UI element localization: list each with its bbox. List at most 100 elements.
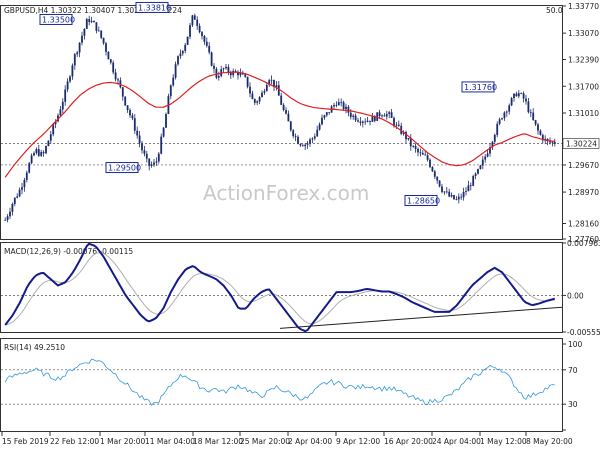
chart-canvas: GBPUSD,H4 1.30322 1.30407 1.30216 1.3022… xyxy=(0,1,600,446)
candle-body xyxy=(304,144,307,147)
candle-body xyxy=(486,153,489,157)
candle-body xyxy=(201,32,203,37)
rsi-header: RSI(14) 49.2510 xyxy=(4,343,65,352)
candle-body xyxy=(421,152,424,155)
time-tick-label: 15 Feb 2019 xyxy=(2,437,49,446)
candle-body xyxy=(186,36,189,45)
candle-body xyxy=(414,146,417,149)
time-tick-label: 18 Mar 12:00 xyxy=(193,437,243,446)
candle-body xyxy=(292,130,295,137)
candle-body xyxy=(191,15,194,26)
candle-body xyxy=(349,112,352,117)
candle-body xyxy=(205,41,208,46)
candle-body xyxy=(109,59,112,63)
candle-body xyxy=(479,165,482,170)
annotation-label: 1.28650 xyxy=(407,196,440,205)
candle-body xyxy=(301,145,304,147)
candle-body xyxy=(93,20,95,23)
rsi-panel: 100 70 30 xyxy=(1,340,583,431)
candle-body xyxy=(253,99,256,103)
candle-body xyxy=(177,56,179,65)
candle-body xyxy=(172,77,175,86)
rsi-tick-label: 70 xyxy=(568,366,578,375)
price-panel: 1.33770 1.33070 1.32390 1.31700 1.31010 1.302… xyxy=(1,1,600,244)
candle-body xyxy=(551,142,554,143)
candle-body xyxy=(393,117,395,126)
candle-body xyxy=(385,114,388,117)
candle-body xyxy=(52,124,55,135)
candle-body xyxy=(193,15,196,20)
candle-body xyxy=(66,81,69,90)
candle-body xyxy=(45,146,47,154)
candle-body xyxy=(529,112,532,113)
candle-body xyxy=(112,62,115,73)
candle-body xyxy=(517,93,520,97)
candle-body xyxy=(289,121,292,131)
candle-body xyxy=(189,25,191,37)
candle-body xyxy=(42,152,45,154)
candle-body xyxy=(47,140,50,147)
candle-body xyxy=(232,70,235,76)
candle-body xyxy=(64,89,67,102)
candle-body xyxy=(417,148,419,153)
time-tick-label: 9 Apr 12:00 xyxy=(336,437,380,446)
candle-body xyxy=(323,115,326,118)
macd-tick-label: 0.00 xyxy=(567,291,584,300)
candle-body xyxy=(436,176,439,181)
candle-body xyxy=(133,118,136,131)
candle-body xyxy=(155,161,158,163)
candle-body xyxy=(453,195,455,200)
candle-body xyxy=(95,22,98,31)
candle-body xyxy=(196,19,199,26)
candle-body xyxy=(325,112,328,116)
time-tick-label: 24 Apr 04:00 xyxy=(432,437,481,446)
candle-body xyxy=(71,65,74,77)
macd-tick-label: 0.007963 xyxy=(567,239,600,248)
time-tick-label: 11 Mar 04:00 xyxy=(145,437,195,446)
candle-body xyxy=(280,95,283,105)
candle-body xyxy=(364,121,367,123)
candle-body xyxy=(30,155,33,164)
candle-body xyxy=(16,196,19,198)
candle-body xyxy=(217,76,220,78)
candle-body xyxy=(484,156,487,160)
candle-body xyxy=(378,112,381,116)
price-tick-label: 1.33070 xyxy=(568,29,599,38)
candle-body xyxy=(397,124,400,126)
price-tick-label: 1.33770 xyxy=(568,2,599,11)
candle-body xyxy=(88,19,91,23)
candle-body xyxy=(129,110,131,116)
candle-body xyxy=(347,106,350,113)
candle-body xyxy=(313,136,316,139)
candle-body xyxy=(141,143,143,151)
candle-body xyxy=(460,196,463,198)
candle-body xyxy=(102,37,105,44)
rsi-line xyxy=(4,358,555,406)
candle-body xyxy=(282,104,285,111)
candle-body xyxy=(21,187,23,190)
candle-body xyxy=(311,138,314,140)
macd-line xyxy=(4,242,556,333)
candle-body xyxy=(263,91,266,93)
candle-body xyxy=(37,149,40,156)
candle-body xyxy=(35,149,38,153)
candle-body xyxy=(366,120,369,122)
candle-body xyxy=(424,154,427,156)
candle-body xyxy=(448,191,451,197)
macd-header: MACD(12,26,9) -0.00076 -0.00115 xyxy=(4,247,133,256)
candle-body xyxy=(285,110,287,114)
time-tick-label: 2 Apr 04:00 xyxy=(288,437,332,446)
candle-body xyxy=(508,105,511,112)
time-tick-label: 8 May 20:00 xyxy=(526,437,573,446)
candle-body xyxy=(40,152,43,156)
rsi-panel-frame xyxy=(0,338,563,432)
candle-body xyxy=(165,113,167,128)
time-tick-label: 25 Mar 20:00 xyxy=(240,437,290,446)
candle-body xyxy=(4,220,7,221)
candle-body xyxy=(469,185,472,187)
candle-body xyxy=(261,92,263,98)
candle-body xyxy=(28,163,31,173)
candle-body xyxy=(318,124,321,130)
candle-body xyxy=(169,85,172,97)
candle-body xyxy=(85,19,88,29)
